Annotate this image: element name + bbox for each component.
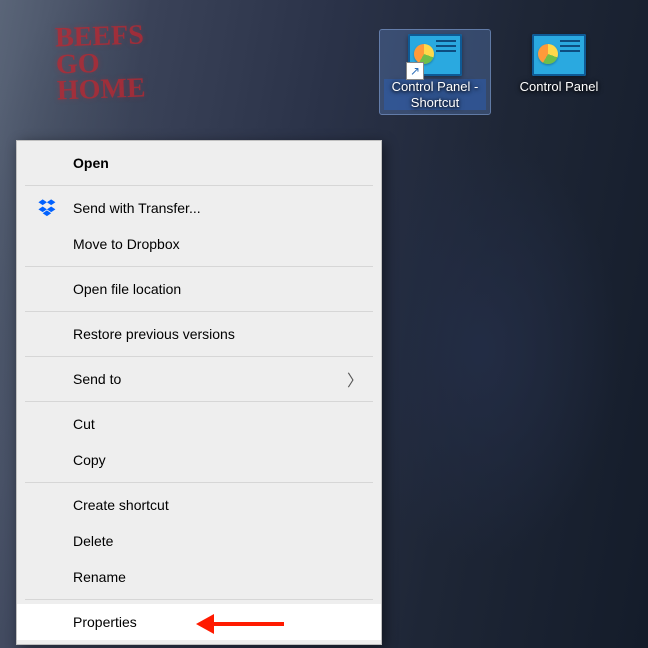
menu-item-label: Open <box>73 155 109 171</box>
menu-item-label: Send to <box>73 371 121 387</box>
menu-separator <box>25 482 373 483</box>
menu-separator <box>25 185 373 186</box>
desktop-icon-label: Control Panel <box>518 79 601 95</box>
menu-separator <box>25 599 373 600</box>
shortcut-arrow-icon: ↗ <box>406 62 424 80</box>
menu-item-label: Delete <box>73 533 113 549</box>
menu-separator <box>25 266 373 267</box>
dropbox-icon <box>37 198 57 218</box>
menu-item-label: Cut <box>73 416 95 432</box>
menu-item-send-with-transfer[interactable]: Send with Transfer... <box>17 190 381 226</box>
menu-item-create-shortcut[interactable]: Create shortcut <box>17 487 381 523</box>
control-panel-icon <box>532 34 586 76</box>
control-panel-icon: ↗ <box>408 34 462 76</box>
menu-item-cut[interactable]: Cut <box>17 406 381 442</box>
menu-item-open[interactable]: Open <box>17 145 381 181</box>
menu-item-move-to-dropbox[interactable]: Move to Dropbox <box>17 226 381 262</box>
menu-item-delete[interactable]: Delete <box>17 523 381 559</box>
menu-item-label: Send with Transfer... <box>73 200 201 216</box>
desktop-icon-label: Control Panel - Shortcut <box>384 79 486 110</box>
desktop-icon-control-panel-shortcut[interactable]: ↗ Control Panel - Shortcut <box>380 30 490 114</box>
menu-separator <box>25 401 373 402</box>
menu-item-restore-previous-versions[interactable]: Restore previous versions <box>17 316 381 352</box>
menu-item-label: Restore previous versions <box>73 326 235 342</box>
wallpaper-graffiti: BEEFS GO HOME <box>55 22 146 105</box>
menu-separator <box>25 311 373 312</box>
menu-item-open-file-location[interactable]: Open file location <box>17 271 381 307</box>
context-menu: Open Send with Transfer... Move to Dropbox… <box>16 140 382 645</box>
menu-item-label: Rename <box>73 569 126 585</box>
menu-separator <box>25 356 373 357</box>
desktop-icon-control-panel[interactable]: Control Panel <box>504 30 614 114</box>
menu-item-send-to[interactable]: Send to 〉 <box>17 361 381 397</box>
menu-item-label: Move to Dropbox <box>73 236 180 252</box>
menu-item-label: Properties <box>73 614 137 630</box>
menu-item-label: Open file location <box>73 281 181 297</box>
menu-item-properties[interactable]: Properties <box>17 604 381 640</box>
chevron-right-icon: 〉 <box>347 367 363 391</box>
menu-item-label: Copy <box>73 452 106 468</box>
desktop-icons: ↗ Control Panel - Shortcut Control Panel <box>380 30 614 114</box>
menu-item-label: Create shortcut <box>73 497 169 513</box>
menu-item-copy[interactable]: Copy <box>17 442 381 478</box>
menu-item-rename[interactable]: Rename <box>17 559 381 595</box>
